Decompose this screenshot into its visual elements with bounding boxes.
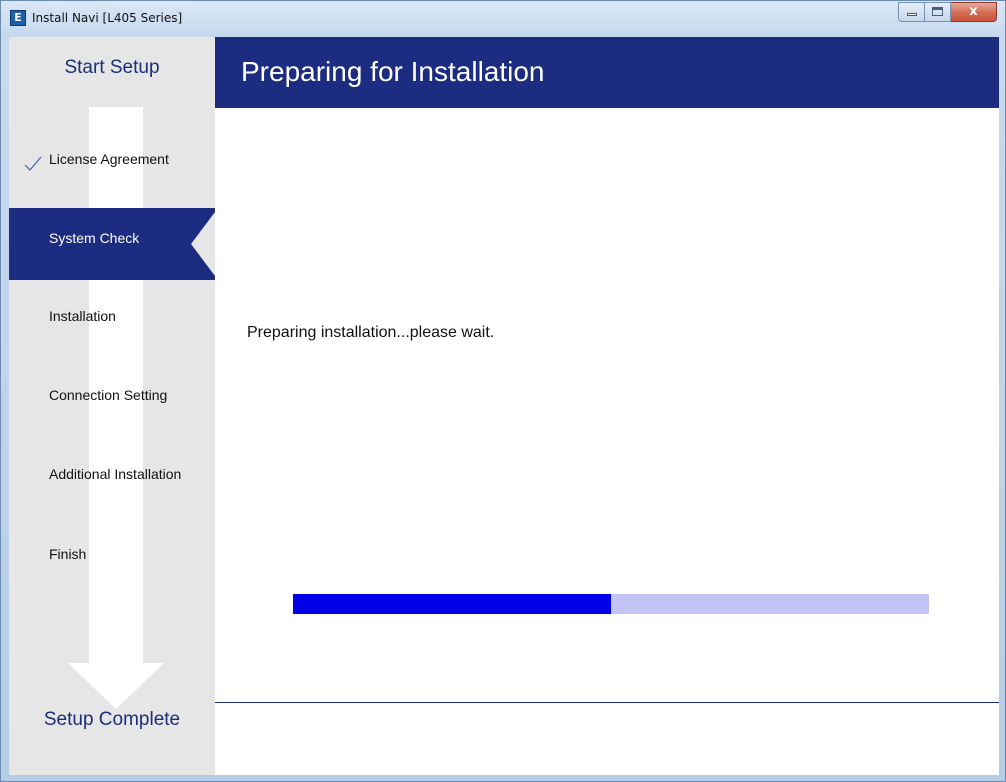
progress-bar-fill [293,594,611,614]
minimize-button[interactable] [898,2,925,22]
step-finish: Finish [9,542,215,566]
step-label: Finish [49,546,87,562]
step-label: Additional Installation [49,466,182,482]
maximize-button[interactable] [925,2,951,22]
installer-window: E Install Navi [L405 Series] x Start Set… [0,0,1006,782]
maximize-icon [932,7,943,16]
step-label: Installation [49,308,116,324]
window-title: Install Navi [L405 Series] [32,11,183,25]
footer-divider [215,702,999,703]
step-label: License Agreement [49,151,169,167]
step-connection-setting: Connection Setting [9,383,215,407]
client-area: Start Setup License Agreement System Che… [9,37,999,775]
page-header: Preparing for Installation [215,37,999,108]
step-label: System Check [49,230,140,246]
main-panel: Preparing for Installation Preparing ins… [215,37,999,775]
progress-bar [293,594,929,614]
app-icon: E [10,10,26,26]
status-message: Preparing installation...please wait. [247,324,495,341]
title-bar[interactable]: E Install Navi [L405 Series] x [1,1,1005,37]
step-label: Connection Setting [49,387,168,403]
close-icon: x [969,4,978,19]
start-setup-label: Start Setup [64,57,160,78]
checkmark-icon [24,156,42,171]
close-button[interactable]: x [951,2,997,22]
step-installation: Installation [9,304,215,328]
step-sidebar: Start Setup License Agreement System Che… [9,37,215,775]
window-controls: x [898,2,997,22]
step-license-agreement: License Agreement [9,147,215,171]
step-additional-installation: Additional Installation [9,462,215,486]
step-system-check: System Check [9,208,215,280]
setup-complete-label: Setup Complete [43,709,181,730]
minimize-icon [907,13,917,16]
page-title: Preparing for Installation [241,56,545,87]
